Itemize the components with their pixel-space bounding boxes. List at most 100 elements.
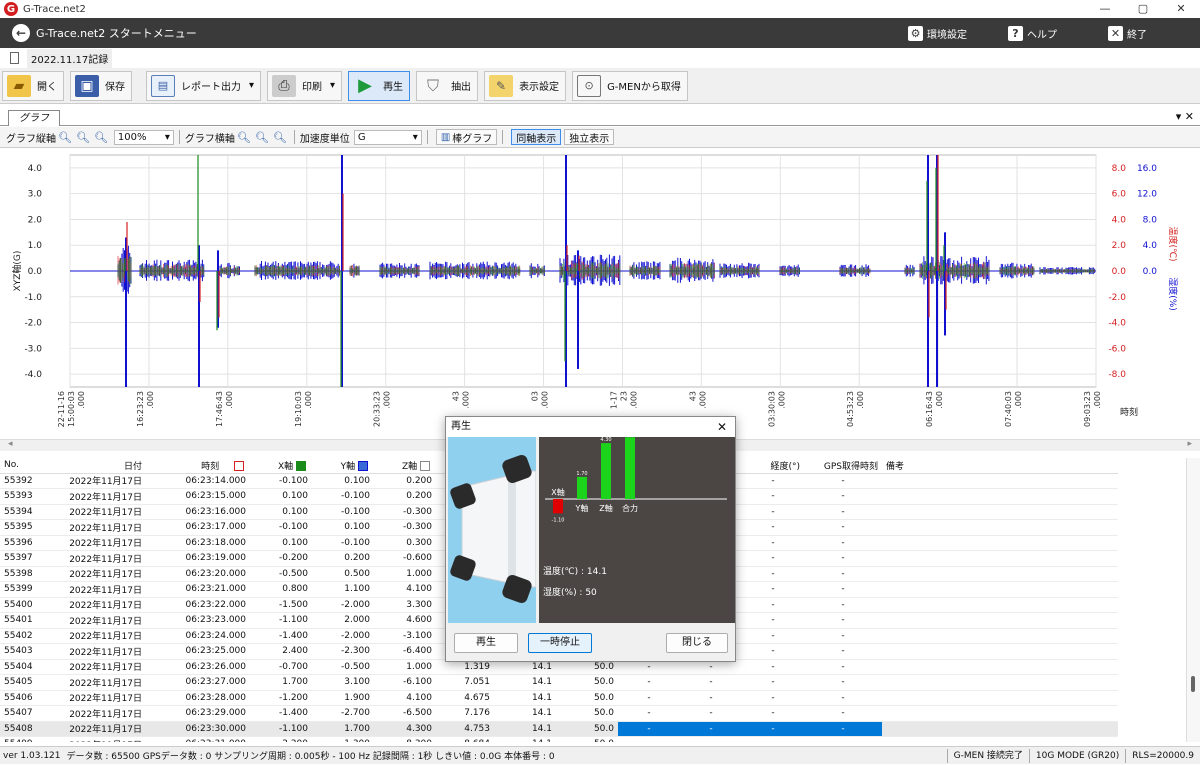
- document-tab[interactable]: 2022.11.17記録: [0, 49, 112, 67]
- col-no[interactable]: No.: [0, 458, 52, 473]
- cell-x: -0.700: [250, 659, 312, 675]
- bar-value-x: -1.10: [552, 517, 565, 523]
- back-arrow-icon[interactable]: ←: [12, 24, 30, 42]
- cell-y: -0.100: [312, 504, 374, 520]
- maximize-button[interactable]: ▢: [1124, 0, 1162, 18]
- help-button[interactable]: ? ヘルプ: [1008, 18, 1057, 48]
- cell-t: 14.1: [494, 737, 556, 743]
- bar-label-z: Z軸: [599, 503, 612, 513]
- gmen-fetch-button[interactable]: ⊙ G-MENから取得: [572, 71, 688, 101]
- cell-time: 06:23:27.000: [146, 675, 250, 691]
- independent-axis-button[interactable]: 独立表示: [564, 129, 614, 145]
- save-button[interactable]: ▣ 保存: [70, 71, 132, 101]
- cell-x: -0.100: [250, 473, 312, 489]
- filter-button[interactable]: ⛉ 抽出: [416, 71, 478, 101]
- cell-no: 55406: [0, 690, 52, 706]
- same-axis-button[interactable]: 同軸表示: [511, 129, 561, 145]
- cell-note: [882, 551, 1118, 567]
- temp-tick-label: 2.0: [1112, 241, 1127, 251]
- col-z-label: Z軸: [402, 462, 417, 472]
- cell-time: 06:23:24.000: [146, 628, 250, 644]
- col-x[interactable]: X軸: [250, 458, 312, 473]
- bar-y: [577, 477, 587, 499]
- zoom-out-icon[interactable]: 🔍︎: [255, 131, 269, 144]
- cell-note: [882, 613, 1118, 629]
- chevron-down-icon[interactable]: ▾: [249, 80, 254, 91]
- vertical-scrollbar[interactable]: [1186, 458, 1200, 742]
- cell-z: -0.300: [374, 504, 436, 520]
- dialog-pause-button[interactable]: 一時停止: [528, 633, 592, 653]
- scroll-right-icon[interactable]: ▸: [1187, 439, 1192, 449]
- temp-tick-label: 0.0: [1112, 267, 1127, 277]
- table-row[interactable]: 554062022年11月17日06:23:28.000-1.2001.9004…: [0, 690, 1118, 706]
- dialog-close-icon[interactable]: ✕: [717, 417, 727, 437]
- dialog-play-button[interactable]: 再生: [454, 633, 518, 653]
- zoom-in-icon[interactable]: 🔍︎: [58, 131, 72, 144]
- cell-no: 55407: [0, 706, 52, 722]
- print-button[interactable]: ⎙ 印刷 ▾: [267, 71, 342, 101]
- cell-note: [882, 582, 1118, 598]
- zoom-in-icon[interactable]: 🔍︎: [237, 131, 251, 144]
- accel-unit-select[interactable]: G▾: [354, 130, 422, 145]
- col-gps[interactable]: GPS取得時刻: [804, 458, 882, 473]
- cell-y: 0.200: [312, 551, 374, 567]
- close-window-button[interactable]: ✕: [1162, 0, 1200, 18]
- cell-e1: -: [618, 675, 680, 691]
- dialog-close-button[interactable]: 閉じる: [666, 633, 728, 653]
- window-title: G-Trace.net2: [23, 4, 86, 15]
- floppy-disk-icon: ▣: [75, 75, 99, 97]
- col-y[interactable]: Y軸: [312, 458, 374, 473]
- minimize-button[interactable]: —: [1086, 0, 1124, 18]
- table-row[interactable]: 554092022年11月17日06:23:31.000-2.200-1.300…: [0, 737, 1118, 743]
- table-row[interactable]: 554072022年11月17日06:23:29.000-1.400-2.700…: [0, 706, 1118, 722]
- zoom-select[interactable]: 100%▾: [114, 130, 174, 145]
- cell-no: 55401: [0, 613, 52, 629]
- col-date[interactable]: 日付: [52, 458, 146, 473]
- table-row[interactable]: 554052022年11月17日06:23:27.0001.7003.100-6…: [0, 675, 1118, 691]
- close-tab-icon[interactable]: ✕: [1185, 110, 1194, 123]
- scrollbar-thumb[interactable]: [1191, 676, 1195, 692]
- play-button[interactable]: ▶ 再生: [348, 71, 410, 101]
- y-tick-label: 0.0: [28, 267, 43, 277]
- y-checkbox[interactable]: [296, 461, 306, 471]
- zoom-reset-icon[interactable]: 🔍︎: [273, 131, 287, 144]
- cell-e4: -: [804, 473, 882, 489]
- settings-button[interactable]: ⚙ 環境設定: [908, 18, 967, 48]
- mode-status: 10G MODE (GR20): [1029, 749, 1125, 763]
- chevron-down-icon: ▾: [165, 132, 170, 143]
- cell-note: [882, 659, 1118, 675]
- acceleration-graph[interactable]: 22-11-1615:00:03.00016:23:23.00017:46:43…: [0, 149, 1200, 439]
- col-z[interactable]: Z軸: [374, 458, 436, 473]
- cell-note: [882, 566, 1118, 582]
- chevron-down-icon: ▾: [413, 132, 418, 143]
- col-note[interactable]: 備考: [882, 458, 1118, 473]
- bar-graph-button[interactable]: ▥棒グラフ: [436, 129, 497, 145]
- dropdown-arrow-icon[interactable]: ▾: [1176, 110, 1182, 123]
- display-settings-icon: ✎: [489, 75, 513, 97]
- display-settings-button[interactable]: ✎ 表示設定: [484, 71, 566, 101]
- cell-e3: -: [742, 489, 804, 505]
- col-lon[interactable]: 経度(°): [742, 458, 804, 473]
- cell-time: 06:23:19.000: [146, 551, 250, 567]
- cell-e3: -: [742, 659, 804, 675]
- cell-note: [882, 690, 1118, 706]
- scroll-left-icon[interactable]: ◂: [8, 439, 13, 449]
- z-checkbox[interactable]: [358, 461, 368, 471]
- vehicle-view: [448, 437, 536, 623]
- help-label: ヘルプ: [1027, 26, 1057, 41]
- x-checkbox[interactable]: [234, 461, 244, 471]
- table-row[interactable]: 554082022年11月17日06:23:30.000-1.1001.7004…: [0, 721, 1118, 737]
- x-tick-label: 04:53:23: [846, 391, 855, 427]
- col-time[interactable]: 時刻: [146, 458, 250, 473]
- exit-button[interactable]: ✕ 終了: [1108, 18, 1147, 48]
- combined-checkbox[interactable]: [420, 461, 430, 471]
- temperature-readout: 温度(℃) : 14.1: [543, 564, 607, 577]
- zoom-out-icon[interactable]: 🔍︎: [76, 131, 90, 144]
- open-button[interactable]: ▰ 開く: [2, 71, 64, 101]
- tab-graph[interactable]: グラフ: [8, 110, 60, 126]
- zoom-reset-icon[interactable]: 🔍︎: [94, 131, 108, 144]
- chevron-down-icon[interactable]: ▾: [330, 80, 335, 91]
- bar-x: [553, 499, 563, 513]
- report-output-button[interactable]: ▤ レポート出力 ▾: [146, 71, 261, 101]
- cell-x: -1.400: [250, 628, 312, 644]
